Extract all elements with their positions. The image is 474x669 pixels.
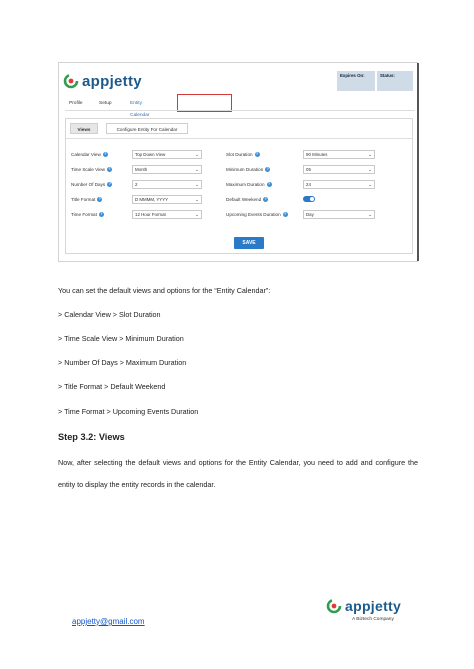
- help-icon[interactable]: ?: [282, 212, 288, 218]
- upcoming-events-duration-value: Day: [306, 212, 314, 217]
- step-line: > Time Format > Upcoming Events Duration: [58, 407, 199, 416]
- status-box: Status:: [377, 71, 413, 91]
- appjetty-logo-icon: [63, 73, 79, 89]
- number-of-days-label: Number Of Days?: [71, 180, 113, 189]
- tab-divider: [65, 110, 415, 111]
- slot-duration-label-text: Slot Duration: [226, 152, 253, 157]
- number-of-days-label-text: Number Of Days: [71, 182, 106, 187]
- subtab-views[interactable]: Views: [70, 123, 98, 134]
- calendar-view-value: Top Down View: [135, 152, 166, 157]
- time-scale-view-label: Time Scale View?: [71, 165, 112, 174]
- time-scale-view-select[interactable]: Month ⌄: [132, 165, 202, 174]
- maximum-duration-value: 24: [306, 182, 311, 187]
- footer-tagline: A Biztech Company: [352, 617, 394, 622]
- slot-duration-label: Slot Duration?: [226, 150, 260, 159]
- step-line: > Title Format > Default Weekend: [58, 382, 166, 391]
- default-weekend-toggle[interactable]: [303, 196, 315, 202]
- minimum-duration-value: 05: [306, 167, 311, 172]
- time-format-value: 12 Hour Format: [135, 212, 166, 217]
- subtab-configure-entity[interactable]: Configure Entity For Calendar: [106, 123, 188, 134]
- chevron-down-icon: ⌄: [195, 182, 199, 187]
- number-of-days-value: 2: [135, 182, 138, 187]
- appjetty-logo-icon: [326, 598, 342, 614]
- upcoming-events-duration-select[interactable]: Day ⌄: [303, 210, 375, 219]
- chevron-down-icon: ⌄: [368, 212, 372, 217]
- calendar-view-label: Calendar View?: [71, 150, 108, 159]
- intro-paragraph: You can set the default views and option…: [58, 286, 271, 295]
- default-weekend-label: Default Weekend?: [226, 195, 269, 204]
- status-label: Status:: [380, 73, 395, 78]
- save-button[interactable]: SAVE: [234, 237, 264, 249]
- time-format-select[interactable]: 12 Hour Format ⌄: [132, 210, 202, 219]
- minimum-duration-label: Minimum Duration?: [226, 165, 271, 174]
- calendar-view-select[interactable]: Top Down View ⌄: [132, 150, 202, 159]
- slot-duration-select[interactable]: 90 Minutes ⌄: [303, 150, 375, 159]
- maximum-duration-label: Maximum Duration?: [226, 180, 272, 189]
- help-icon[interactable]: ?: [254, 152, 260, 158]
- chevron-down-icon: ⌄: [195, 197, 199, 202]
- app-brand-name: appjetty: [82, 72, 142, 90]
- title-format-label-text: Title Format: [71, 197, 96, 202]
- time-scale-view-value: Month: [135, 167, 148, 172]
- chevron-down-icon: ⌄: [368, 152, 372, 157]
- number-of-days-select[interactable]: 2 ⌄: [132, 180, 202, 189]
- step-line: > Time Scale View > Minimum Duration: [58, 334, 184, 343]
- expires-box: Expires On:: [337, 71, 375, 91]
- upcoming-events-duration-label: Upcoming Events Duration?: [226, 210, 288, 219]
- help-icon[interactable]: ?: [107, 182, 113, 188]
- time-scale-view-label-text: Time Scale View: [71, 167, 105, 172]
- app-screenshot: appjetty Expires On: Status: Profile Set…: [58, 62, 419, 262]
- expires-value-placeholder: [340, 81, 372, 86]
- title-format-value: D MMMM, YYYY: [135, 197, 169, 202]
- body-paragraph: Now, after selecting the default views a…: [58, 458, 418, 489]
- help-icon[interactable]: ?: [98, 212, 104, 218]
- tab-profile[interactable]: Profile: [69, 98, 83, 110]
- help-icon[interactable]: ?: [97, 197, 103, 203]
- footer-logo: appjetty: [326, 596, 401, 616]
- views-form-panel: Views Configure Entity For Calendar Cale…: [65, 118, 413, 254]
- chevron-down-icon: ⌄: [195, 212, 199, 217]
- chevron-down-icon: ⌄: [368, 167, 372, 172]
- panel-edge: [417, 63, 419, 261]
- chevron-down-icon: ⌄: [195, 152, 199, 157]
- minimum-duration-label-text: Minimum Duration: [226, 167, 264, 172]
- chevron-down-icon: ⌄: [195, 167, 199, 172]
- footer-brand-name: appjetty: [345, 598, 402, 614]
- time-format-label: Time Format?: [71, 210, 104, 219]
- default-weekend-label-text: Default Weekend: [226, 197, 262, 202]
- maximum-duration-select[interactable]: 24 ⌄: [303, 180, 375, 189]
- upcoming-events-duration-label-text: Upcoming Events Duration: [226, 212, 281, 217]
- app-logo: appjetty: [63, 71, 142, 91]
- tab-entity-calendar[interactable]: Entity Calendar: [130, 98, 149, 118]
- tab-setup[interactable]: Setup: [99, 98, 112, 110]
- section-heading: Step 3.2: Views: [58, 432, 125, 442]
- help-icon[interactable]: ?: [102, 152, 108, 158]
- minimum-duration-select[interactable]: 05 ⌄: [303, 165, 375, 174]
- status-value-placeholder: [380, 81, 410, 86]
- expires-label: Expires On:: [340, 73, 365, 78]
- step-line: > Calendar View > Slot Duration: [58, 310, 161, 319]
- slot-duration-value: 90 Minutes: [306, 152, 328, 157]
- help-icon[interactable]: ?: [106, 167, 112, 173]
- help-icon[interactable]: ?: [266, 182, 272, 188]
- help-icon[interactable]: ?: [263, 197, 269, 203]
- email-link[interactable]: appjetty@gmail.com: [72, 617, 145, 626]
- title-format-select[interactable]: D MMMM, YYYY ⌄: [132, 195, 202, 204]
- calendar-view-label-text: Calendar View: [71, 152, 101, 157]
- step-line: > Number Of Days > Maximum Duration: [58, 358, 187, 367]
- maximum-duration-label-text: Maximum Duration: [226, 182, 265, 187]
- subtab-divider: [66, 138, 412, 139]
- time-format-label-text: Time Format: [71, 212, 97, 217]
- help-icon[interactable]: ?: [265, 167, 271, 173]
- chevron-down-icon: ⌄: [368, 182, 372, 187]
- title-format-label: Title Format?: [71, 195, 103, 204]
